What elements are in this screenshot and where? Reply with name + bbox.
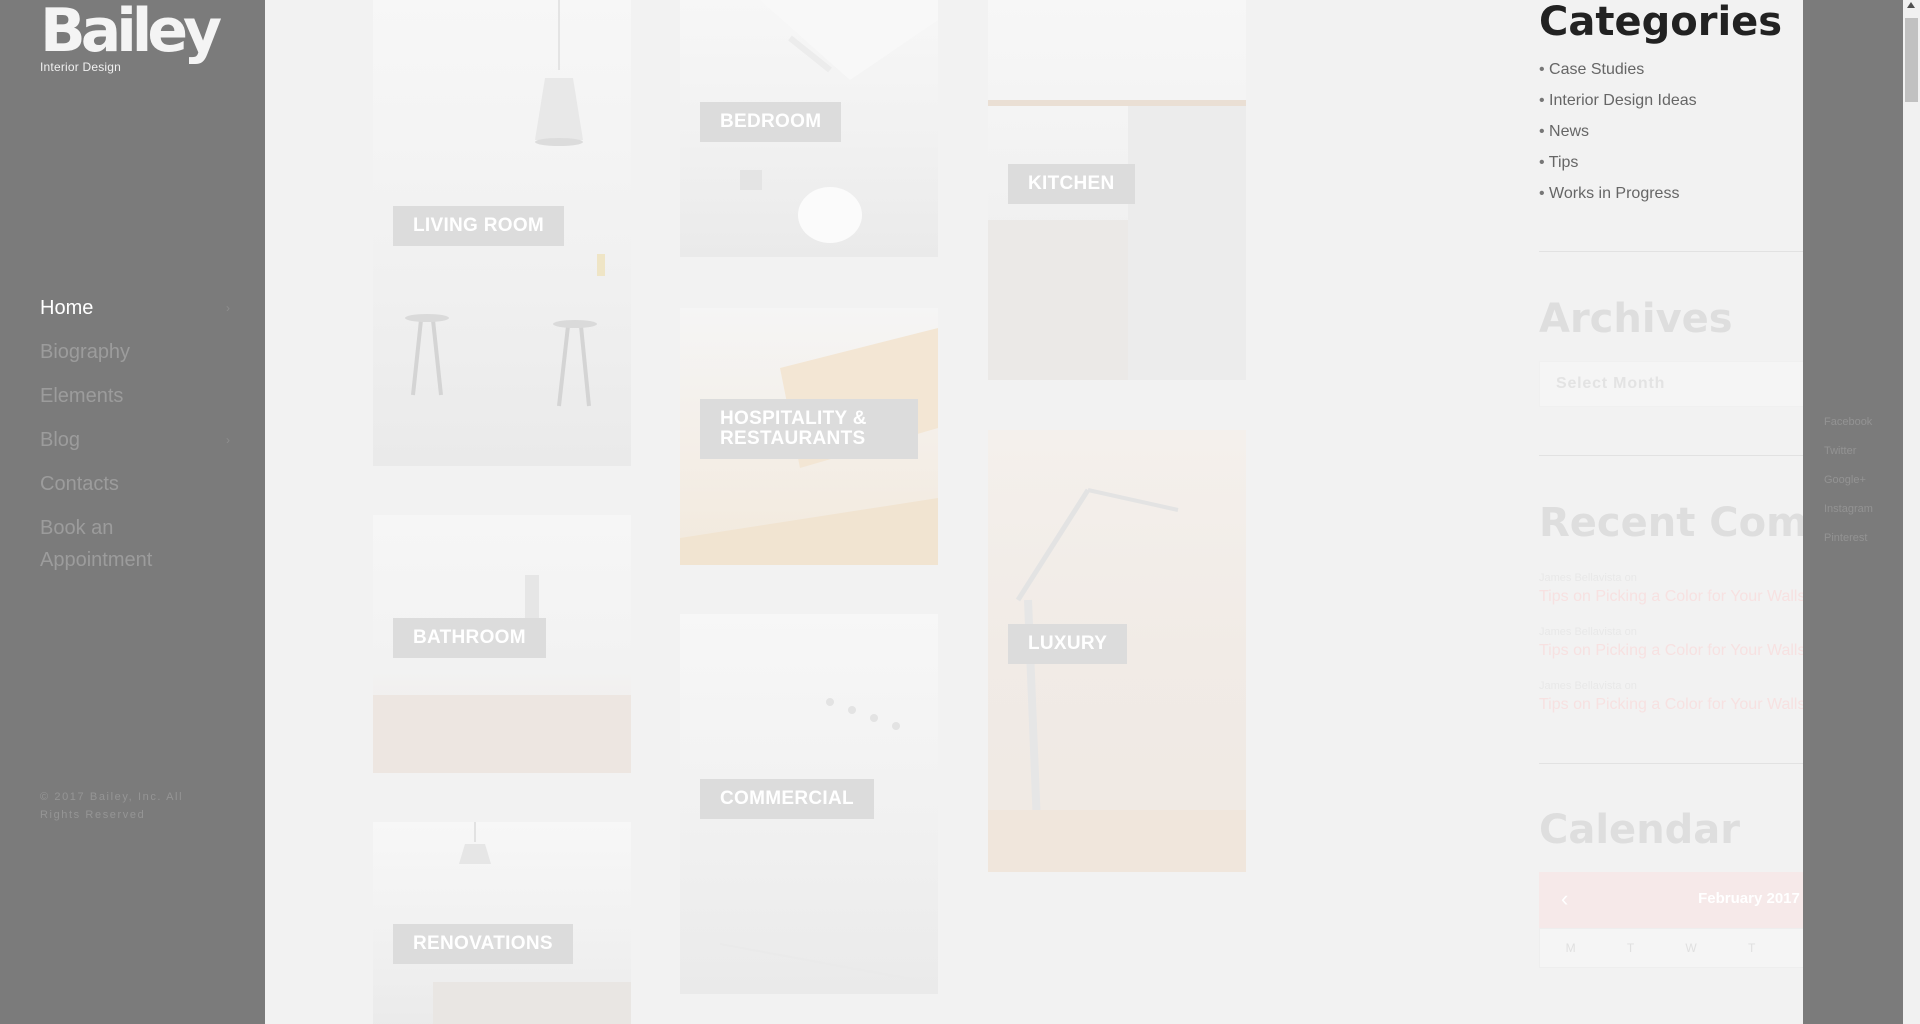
archives-title: Archives <box>1539 296 1733 342</box>
comment-author[interactable]: James Bellavista on <box>1539 679 1803 693</box>
scrollbar-thumb[interactable] <box>1905 18 1918 102</box>
recent-comments-title: Recent Comments <box>1539 500 1803 546</box>
tile-label: KITCHEN <box>1008 164 1135 204</box>
page-scrollbar[interactable] <box>1903 0 1920 1024</box>
social-link-facebook[interactable]: Facebook <box>1824 408 1873 437</box>
comment-post-link[interactable]: Tips on Picking a Color for Your Walls <box>1539 639 1803 663</box>
social-link-pinterest[interactable]: Pinterest <box>1824 524 1873 553</box>
tile-bedroom[interactable]: BEDROOM <box>680 0 938 257</box>
calendar-title: Calendar <box>1539 807 1741 853</box>
chevron-right-icon: › <box>226 433 230 447</box>
nav-item-home[interactable]: Home › <box>40 292 230 324</box>
left-sidebar: Bailey Interior Design Home › Biography … <box>0 0 265 1024</box>
category-link[interactable]: Tips <box>1539 147 1803 178</box>
tile-living-room[interactable]: LIVING ROOM <box>373 0 631 466</box>
nav-item-label: Contacts <box>40 473 119 495</box>
nav-item-label: Book an Appointment <box>40 517 153 571</box>
comment-item: James Bellavista on Tips on Picking a Co… <box>1539 679 1803 717</box>
weekday-label: W <box>1685 941 1697 955</box>
comment-item: James Bellavista on Tips on Picking a Co… <box>1539 571 1803 609</box>
category-link[interactable]: Works in Progress <box>1539 178 1803 209</box>
sidebar-widgets: Categories Case Studies Interior Design … <box>1539 0 1803 968</box>
category-link[interactable]: Case Studies <box>1539 54 1803 85</box>
chevron-right-icon: › <box>226 301 230 315</box>
calendar-month: February 2017 <box>1698 890 1800 907</box>
categories-title: Categories <box>1539 0 1783 45</box>
divider <box>1539 763 1803 764</box>
social-links: Facebook Twitter Google+ Instagram Pinte… <box>1824 408 1873 553</box>
tile-label: LUXURY <box>1008 624 1128 664</box>
logo-wordmark: Bailey <box>40 0 222 66</box>
logo[interactable]: Bailey Interior Design <box>40 0 222 74</box>
nav-item-biography[interactable]: Biography <box>40 336 230 368</box>
comment-author[interactable]: James Bellavista on <box>1539 571 1803 585</box>
main-nav: Home › Biography Elements Blog › Contact… <box>40 292 230 588</box>
social-link-twitter[interactable]: Twitter <box>1824 437 1873 466</box>
nav-item-blog[interactable]: Blog › <box>40 424 230 456</box>
nav-item-book-appointment[interactable]: Book an Appointment <box>40 512 230 576</box>
weekday-label: M <box>1565 941 1576 955</box>
nav-item-label: Home <box>40 297 94 319</box>
tile-luxury[interactable]: LUXURY <box>988 430 1246 872</box>
tile-label: RENOVATIONS <box>393 924 573 964</box>
comment-author[interactable]: James Bellavista on <box>1539 625 1803 639</box>
tile-label: LIVING ROOM <box>393 206 565 246</box>
weekday-label: T <box>1747 941 1756 955</box>
weekday-label: T <box>1626 941 1635 955</box>
archives-select[interactable]: Select Month <box>1539 361 1803 407</box>
renovations-image <box>433 822 631 1024</box>
category-link[interactable]: Interior Design Ideas <box>1539 85 1803 116</box>
tile-label: HOSPITALITY & RESTAURANTS <box>700 399 918 459</box>
tile-label: BATHROOM <box>393 618 546 658</box>
tile-hospitality[interactable]: HOSPITALITY & RESTAURANTS <box>680 308 938 565</box>
divider <box>1539 251 1803 252</box>
scroll-up-icon[interactable] <box>1907 2 1915 8</box>
nav-item-label: Blog <box>40 429 81 451</box>
nav-item-label: Elements <box>40 385 124 407</box>
category-link[interactable]: News <box>1539 116 1803 147</box>
calendar-header: ‹ February 2017 <box>1539 872 1803 928</box>
nav-item-elements[interactable]: Elements <box>40 380 230 412</box>
recent-comments-list: James Bellavista on Tips on Picking a Co… <box>1539 571 1803 717</box>
tile-label: BEDROOM <box>700 102 842 142</box>
comment-item: James Bellavista on Tips on Picking a Co… <box>1539 625 1803 663</box>
social-link-instagram[interactable]: Instagram <box>1824 495 1873 524</box>
tile-kitchen[interactable]: KITCHEN <box>988 0 1246 380</box>
tile-renovations[interactable]: RENOVATIONS <box>373 822 631 1024</box>
main-content: LIVING ROOM BATHROOM RENOVATIONS BEDROOM <box>265 0 1803 1024</box>
social-link-google-plus[interactable]: Google+ <box>1824 466 1873 495</box>
tile-commercial[interactable]: COMMERCIAL <box>680 614 938 994</box>
nav-item-label: Biography <box>40 341 131 363</box>
nav-item-contacts[interactable]: Contacts <box>40 468 230 500</box>
comment-post-link[interactable]: Tips on Picking a Color for Your Walls <box>1539 693 1803 717</box>
calendar-weekdays: M T W T F S S <box>1539 928 1803 968</box>
divider <box>1539 455 1803 456</box>
comment-post-link[interactable]: Tips on Picking a Color for Your Walls <box>1539 585 1803 609</box>
copyright-text: © 2017 Bailey, Inc. All Rights Reserved <box>40 791 184 821</box>
categories-list: Case Studies Interior Design Ideas News … <box>1539 54 1803 209</box>
tile-label: COMMERCIAL <box>700 779 874 819</box>
tile-bathroom[interactable]: BATHROOM <box>373 515 631 773</box>
